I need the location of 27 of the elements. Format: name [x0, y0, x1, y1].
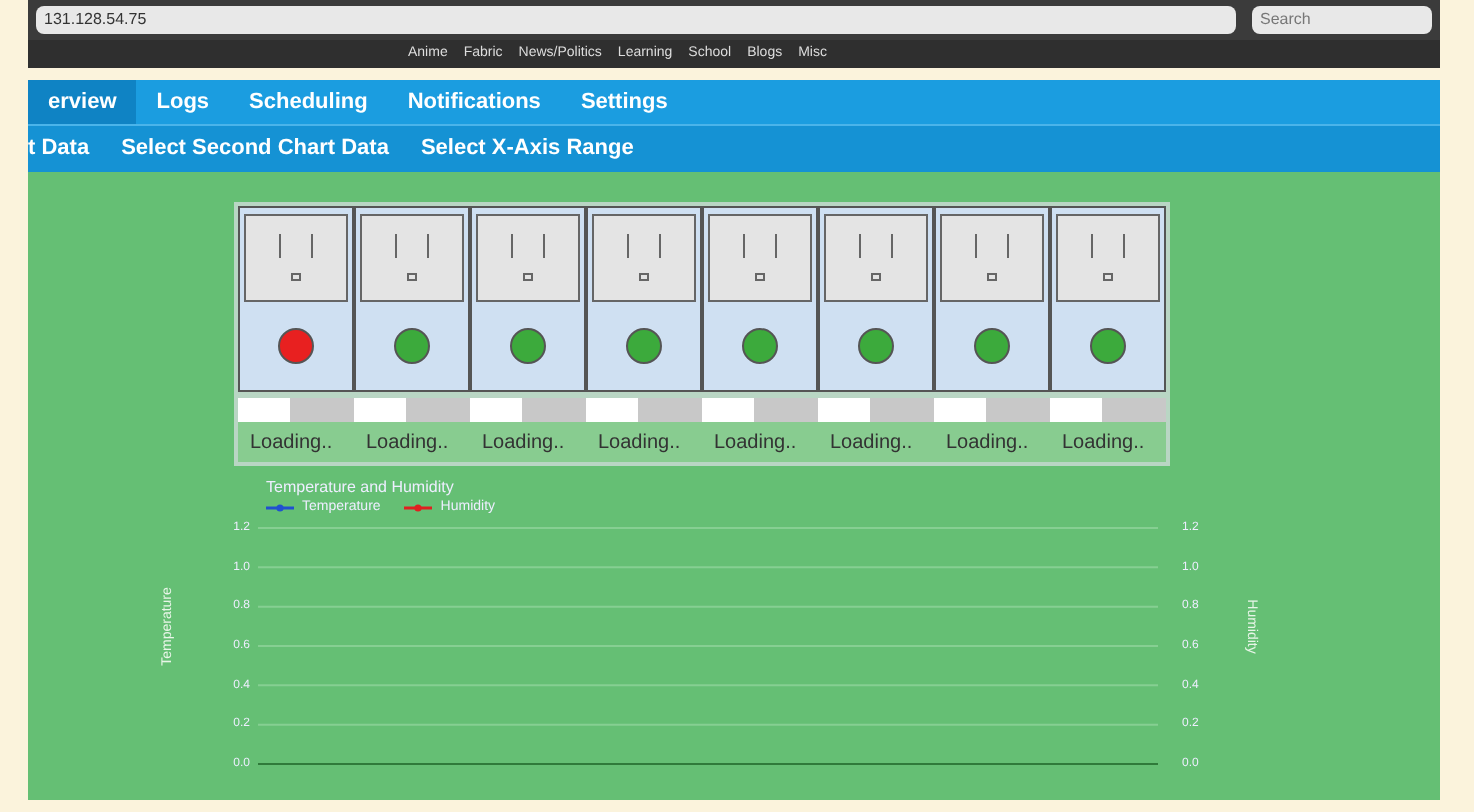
power-outlet-icon — [592, 214, 696, 302]
status-text: Loading.. — [598, 429, 681, 457]
sub-nav-link[interactable]: t Data — [28, 132, 90, 166]
nav-tab[interactable]: Settings — [560, 80, 688, 124]
search-field[interactable]: Search — [1252, 6, 1432, 34]
status-text: Loading.. — [482, 429, 565, 457]
status-text: Loading.. — [946, 429, 1029, 457]
status-text: Loading.. — [366, 429, 449, 457]
nav-tab[interactable]: erview — [28, 80, 137, 124]
status-text: Loading.. — [830, 429, 913, 457]
power-outlet-icon — [244, 214, 348, 302]
power-outlet-icon — [824, 214, 928, 302]
status-text: Loading.. — [250, 429, 333, 457]
nav-tab[interactable]: Logs — [136, 80, 230, 124]
power-outlet-icon — [360, 214, 464, 302]
power-outlet-icon — [940, 214, 1044, 302]
sub-nav-link[interactable]: Select X-Axis Range — [420, 132, 634, 166]
status-text: Loading.. — [1062, 429, 1145, 457]
power-outlet-icon — [476, 214, 580, 302]
power-outlet-icon — [708, 214, 812, 302]
chart-title: Temperature and Humidity — [266, 478, 456, 498]
sub-nav-link[interactable]: Select Second Chart Data — [121, 132, 389, 166]
address-bar[interactable]: 131.128.54.75 — [36, 6, 1236, 34]
power-outlet-icon — [1056, 214, 1160, 302]
nav-tab[interactable]: Scheduling — [229, 80, 388, 124]
nav-tab[interactable]: Notifications — [387, 80, 561, 124]
status-text: Loading.. — [714, 429, 797, 457]
